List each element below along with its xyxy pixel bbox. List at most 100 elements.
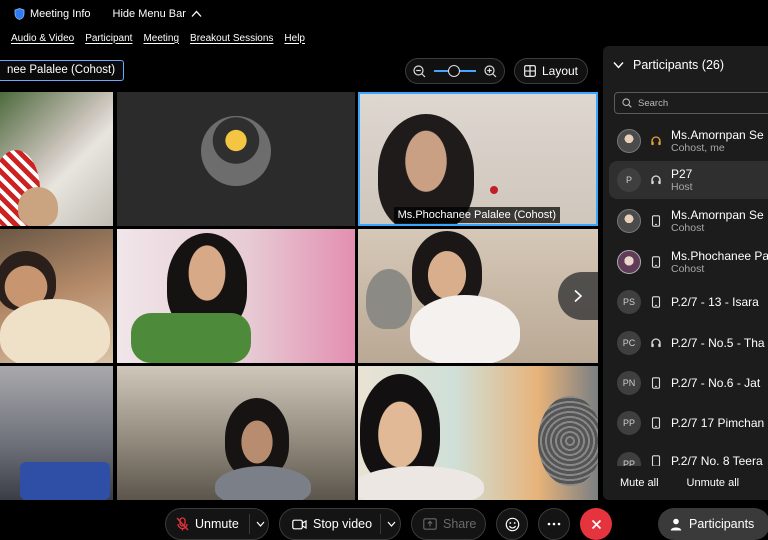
participant-role: Cohost, me: [671, 141, 725, 154]
headset-icon: [649, 173, 663, 187]
participant-name: Ms.Amornpan Se: [671, 127, 764, 142]
participant-row[interactable]: PC P.2/7 - No.5 - Tha: [603, 324, 768, 362]
top-bar: Meeting Info Hide Menu Bar: [0, 0, 768, 28]
participants-panel-footer: Mute all Unmute all: [603, 466, 768, 500]
microphone-muted-icon: [176, 517, 189, 531]
participant-video: [538, 396, 598, 486]
participant-video: [358, 466, 484, 500]
share-button[interactable]: Share: [411, 508, 486, 540]
menu-bar: Audio & Video Participant Meeting Breako…: [0, 28, 600, 48]
video-zoom-control[interactable]: [405, 58, 505, 84]
grid-layout-icon: [524, 65, 536, 77]
participant-avatar: PP: [617, 411, 641, 435]
participant-name: P.2/7 - No.6 - Jat: [671, 376, 761, 390]
participant-avatar: [617, 250, 641, 274]
menu-meeting[interactable]: Meeting: [143, 33, 179, 44]
participants-button-label: Participants: [689, 517, 755, 531]
participants-panel-title: Participants (26): [633, 58, 725, 72]
participant-video: [490, 186, 498, 194]
meeting-controls-bar: Unmute Stop video Share: [0, 500, 768, 540]
stop-video-label: Stop video: [313, 517, 373, 531]
chevron-down-icon[interactable]: [387, 521, 396, 527]
participant-video: [18, 187, 58, 226]
headset-icon: [649, 336, 663, 350]
divider: [380, 514, 382, 534]
meeting-info-label: Meeting Info: [30, 8, 91, 20]
video-tile-active-speaker[interactable]: Ms.Phochanee Palalee (Cohost): [358, 92, 598, 226]
unmute-button[interactable]: Unmute: [165, 508, 269, 540]
video-tile[interactable]: [117, 366, 355, 500]
participant-video: [410, 295, 520, 363]
participant-row[interactable]: P P27 Host: [609, 161, 768, 199]
video-tile[interactable]: [0, 92, 113, 226]
next-page-button[interactable]: [558, 272, 598, 320]
zoom-in-icon[interactable]: [484, 64, 497, 78]
video-tile[interactable]: [117, 229, 355, 363]
video-tile[interactable]: [0, 229, 113, 363]
participant-name: P.2/7 - 13 - Isara: [671, 295, 759, 309]
participants-button[interactable]: Participants: [658, 508, 768, 540]
leave-meeting-button[interactable]: [580, 508, 612, 540]
participant-role: Cohost: [671, 262, 705, 275]
chevron-right-icon: [574, 289, 583, 303]
participant-video: [20, 462, 110, 500]
unmute-all-button[interactable]: Unmute all: [687, 477, 740, 489]
phone-icon: [649, 376, 663, 390]
participant-video: [0, 299, 110, 363]
mute-all-button[interactable]: Mute all: [620, 477, 659, 489]
participant-role: Cohost: [671, 221, 705, 234]
participant-avatar: PC: [617, 331, 641, 355]
participant-search-input[interactable]: Search: [614, 92, 768, 114]
participant-row[interactable]: PN P.2/7 - No.6 - Jat: [603, 364, 768, 402]
participant-avatar: PS: [617, 290, 641, 314]
participant-name: Ms.Amornpan Se: [671, 207, 764, 222]
participant-role: Host: [671, 180, 693, 193]
participants-panel-header[interactable]: Participants (26): [613, 58, 724, 72]
more-icon: [547, 522, 561, 526]
video-tile[interactable]: [358, 366, 598, 500]
menu-audio-video[interactable]: Audio & Video: [11, 33, 74, 44]
video-tile[interactable]: [117, 92, 355, 226]
meeting-info-button[interactable]: Meeting Info: [14, 8, 91, 20]
divider: [248, 514, 250, 534]
headset-muted-icon: [649, 134, 663, 148]
zoom-slider-handle[interactable]: [448, 65, 460, 77]
phone-icon: [649, 454, 663, 466]
stop-video-button[interactable]: Stop video: [279, 508, 401, 540]
phone-icon: [649, 295, 663, 309]
person-icon: [670, 518, 682, 530]
chevron-down-icon[interactable]: [256, 521, 265, 527]
zoom-out-icon[interactable]: [413, 64, 426, 78]
participant-video: [215, 466, 311, 500]
participant-row[interactable]: PP P.2/7 No. 8 Teera: [603, 444, 768, 466]
chevron-down-icon[interactable]: [613, 61, 624, 69]
menu-help[interactable]: Help: [284, 33, 305, 44]
video-tile[interactable]: [0, 366, 113, 500]
unmute-label: Unmute: [195, 517, 239, 531]
participant-name: P.2/7 - No.5 - Tha: [671, 336, 765, 350]
participant-row[interactable]: Ms.Phochanee Pa Cohost: [603, 243, 768, 281]
zoom-slider[interactable]: [434, 65, 476, 77]
reactions-button[interactable]: [496, 508, 528, 540]
hide-menu-bar-label: Hide Menu Bar: [112, 8, 186, 20]
active-speaker-label: nee Palalee (Cohost): [0, 60, 125, 81]
search-placeholder: Search: [638, 97, 669, 109]
search-icon: [622, 98, 632, 108]
phone-icon: [649, 255, 663, 269]
share-label: Share: [443, 517, 477, 531]
menu-participant[interactable]: Participant: [85, 33, 132, 44]
layout-button[interactable]: Layout: [514, 58, 588, 84]
participant-name: P.2/7 No. 8 Teera: [671, 454, 763, 466]
participant-name-tag: Ms.Phochanee Palalee (Cohost): [393, 207, 560, 223]
participant-row[interactable]: PP P.2/7 17 Pimchan: [603, 404, 768, 442]
video-camera-icon: [292, 519, 307, 529]
participant-row[interactable]: Ms.Amornpan Se Cohost, me: [603, 122, 768, 160]
menu-breakout-sessions[interactable]: Breakout Sessions: [190, 33, 273, 44]
participant-name: P.2/7 17 Pimchan: [671, 416, 765, 430]
participant-video: [366, 269, 412, 329]
hide-menu-bar-button[interactable]: Hide Menu Bar: [113, 8, 202, 20]
participant-row[interactable]: PS P.2/7 - 13 - Isara: [603, 283, 768, 321]
more-options-button[interactable]: [538, 508, 570, 540]
participant-row[interactable]: Ms.Amornpan Se Cohost: [603, 202, 768, 240]
phone-icon: [649, 214, 663, 228]
